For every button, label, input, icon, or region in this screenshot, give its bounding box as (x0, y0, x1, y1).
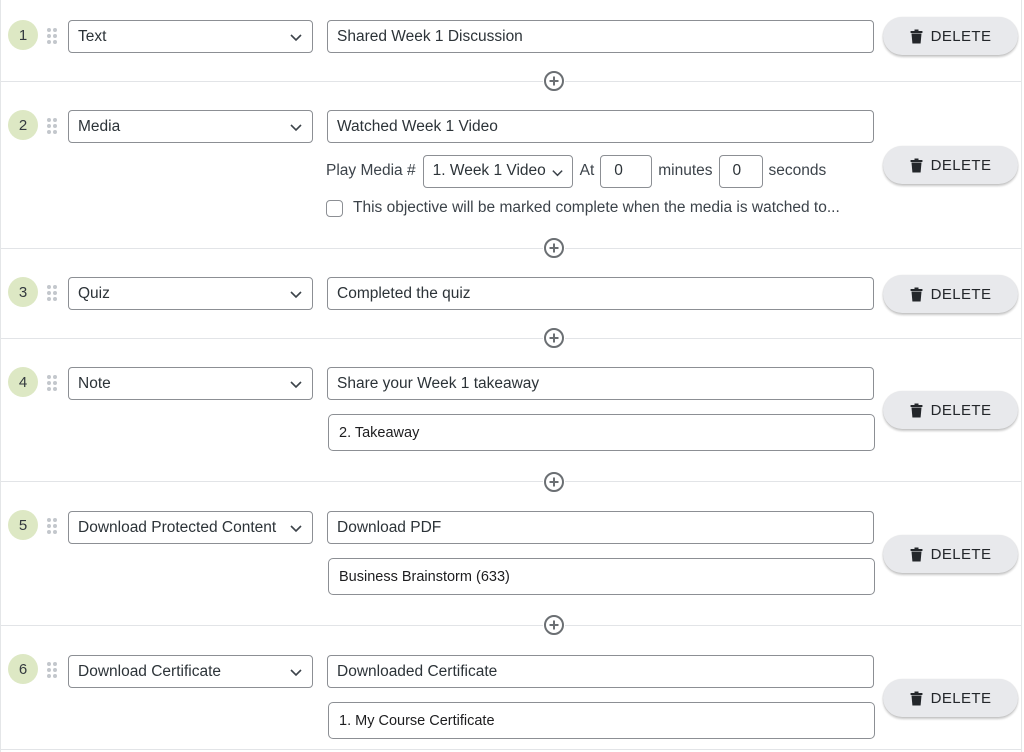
drag-handle-icon[interactable] (47, 662, 57, 678)
at-label: At (579, 162, 595, 179)
media-select[interactable]: 1. Week 1 Video (422, 154, 573, 188)
objective-row-3: 3 Quiz Completed the quiz DELETE (1, 249, 1021, 339)
media-select-value: 1. Week 1 Video (432, 162, 546, 179)
objective-title-value: Share your Week 1 takeaway (337, 374, 540, 392)
objective-row-4: 4 Note Share your Week 1 takeaway 2. Tak… (1, 339, 1021, 482)
minutes-input[interactable]: 0 (600, 154, 653, 188)
objective-type-select[interactable]: Media (68, 110, 313, 143)
objective-title-value: Watched Week 1 Video (337, 117, 498, 135)
delete-button[interactable]: DELETE (883, 146, 1018, 184)
objective-type-value: Note (78, 374, 111, 392)
objective-type-value: Quiz (78, 284, 110, 302)
delete-button[interactable]: DELETE (883, 275, 1018, 313)
drag-handle-icon[interactable] (47, 118, 57, 134)
complete-when-watched-checkbox[interactable] (326, 199, 343, 217)
chevron-down-icon (290, 381, 302, 389)
certificate-value: 1. My Course Certificate (339, 712, 495, 729)
objective-title-value: Completed the quiz (337, 284, 471, 302)
play-media-label: Play Media # (326, 162, 416, 179)
objective-type-select[interactable]: Quiz (68, 277, 313, 310)
objective-number-badge: 4 (8, 367, 38, 397)
protected-content-select[interactable]: Business Brainstorm (633) (328, 558, 875, 595)
linked-note-value: 2. Takeaway (339, 424, 420, 441)
seconds-input[interactable]: 0 (718, 154, 763, 188)
seconds-value: 0 (732, 162, 742, 179)
seconds-label: seconds (768, 162, 827, 179)
complete-when-watched-label: This objective will be marked complete w… (353, 199, 840, 216)
complete-when-watched-option: This objective will be marked complete w… (326, 199, 840, 217)
chevron-down-icon (551, 169, 563, 176)
certificate-select[interactable]: 1. My Course Certificate (328, 702, 875, 739)
trash-icon (910, 29, 923, 43)
delete-label: DELETE (930, 285, 992, 303)
trash-icon (910, 691, 923, 705)
objective-title-value: Shared Week 1 Discussion (337, 27, 523, 45)
drag-handle-icon[interactable] (47, 28, 57, 44)
objective-title-input[interactable]: Downloaded Certificate (327, 655, 874, 688)
objective-number-badge: 6 (8, 654, 38, 684)
drag-handle-icon[interactable] (47, 285, 57, 301)
chevron-down-icon (290, 525, 302, 533)
objective-number-badge: 3 (8, 277, 38, 307)
objective-title-input[interactable]: Watched Week 1 Video (327, 110, 874, 143)
objective-type-select[interactable]: Download Protected Content (68, 511, 313, 544)
trash-icon (910, 403, 923, 417)
objective-title-input[interactable]: Completed the quiz (327, 277, 874, 310)
drag-handle-icon[interactable] (47, 375, 57, 391)
delete-label: DELETE (930, 27, 992, 45)
objective-number-badge: 5 (8, 510, 38, 540)
objective-title-input[interactable]: Download PDF (327, 511, 874, 544)
objectives-list: 1 Text Shared Week 1 Discussion DELETE 2… (0, 0, 1022, 752)
objective-title-input[interactable]: Shared Week 1 Discussion (327, 20, 874, 53)
objective-number-badge: 2 (8, 110, 38, 140)
objective-title-value: Download PDF (337, 518, 442, 536)
objective-type-value: Download Protected Content (78, 518, 277, 536)
delete-button[interactable]: DELETE (883, 391, 1018, 429)
drag-handle-icon[interactable] (47, 518, 57, 534)
objective-row-1: 1 Text Shared Week 1 Discussion DELETE (1, 0, 1021, 82)
delete-button[interactable]: DELETE (883, 535, 1018, 573)
chevron-down-icon (290, 34, 302, 42)
delete-label: DELETE (930, 545, 992, 563)
objective-row-6: 6 Download Certificate Downloaded Certif… (1, 626, 1021, 750)
play-media-settings: Play Media # 1. Week 1 Video At 0 minute… (326, 154, 826, 188)
delete-button[interactable]: DELETE (883, 679, 1018, 717)
objective-type-select[interactable]: Note (68, 367, 313, 400)
chevron-down-icon (290, 291, 302, 299)
objective-type-select[interactable]: Text (68, 20, 313, 53)
trash-icon (910, 547, 923, 561)
objective-type-value: Text (78, 27, 107, 45)
objective-title-value: Downloaded Certificate (337, 662, 498, 680)
objective-type-value: Media (78, 117, 121, 135)
objective-type-select[interactable]: Download Certificate (68, 655, 313, 688)
chevron-down-icon (290, 124, 302, 132)
minutes-label: minutes (658, 162, 713, 179)
delete-label: DELETE (930, 156, 992, 174)
delete-label: DELETE (930, 401, 992, 419)
objective-title-input[interactable]: Share your Week 1 takeaway (327, 367, 874, 400)
linked-note-select[interactable]: 2. Takeaway (328, 414, 875, 451)
trash-icon (910, 287, 923, 301)
trash-icon (910, 158, 923, 172)
objective-number-badge: 1 (8, 20, 38, 50)
objective-type-value: Download Certificate (78, 662, 222, 680)
minutes-value: 0 (614, 162, 623, 179)
objective-row-5: 5 Download Protected Content Download PD… (1, 482, 1021, 626)
delete-label: DELETE (930, 689, 992, 707)
protected-content-value: Business Brainstorm (633) (339, 568, 510, 585)
chevron-down-icon (290, 669, 302, 677)
delete-button[interactable]: DELETE (883, 17, 1018, 55)
